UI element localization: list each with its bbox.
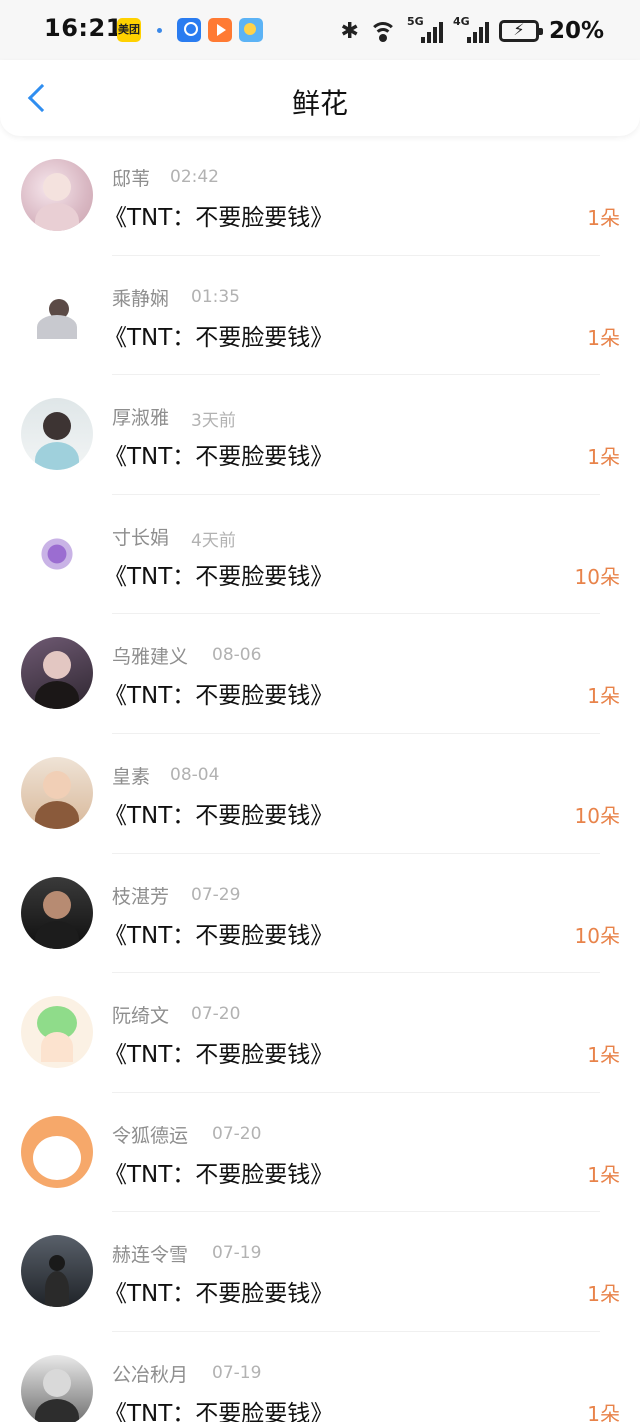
status-indicators: ✱ 5G 4G ⚡ 20% bbox=[341, 14, 605, 48]
flower-count: 10朵 bbox=[574, 923, 620, 948]
gift-book-title: 《TNT：不要脸要钱》 bbox=[104, 1281, 334, 1308]
flower-count: 1朵 bbox=[587, 445, 620, 470]
avatar[interactable] bbox=[21, 876, 93, 949]
list-item[interactable]: 枝湛芳 07-29 《TNT：不要脸要钱》 10朵 bbox=[0, 854, 640, 974]
list-item[interactable]: 乘静娴 01:35 《TNT：不要脸要钱》 1朵 bbox=[0, 256, 640, 376]
list-item[interactable]: 皇素 08-04 《TNT：不要脸要钱》 10朵 bbox=[0, 734, 640, 854]
status-time: 16:21 bbox=[44, 14, 123, 42]
sender-name: 寸长娟 bbox=[112, 526, 170, 549]
gift-book-title: 《TNT：不要脸要钱》 bbox=[104, 802, 334, 829]
avatar[interactable] bbox=[21, 398, 93, 471]
avatar[interactable] bbox=[21, 756, 93, 829]
avatar[interactable] bbox=[21, 278, 93, 351]
battery-percentage: 20% bbox=[548, 18, 604, 44]
list-item[interactable]: 赫连令雪 07-19 《TNT：不要脸要钱》 1朵 bbox=[0, 1212, 640, 1332]
avatar[interactable] bbox=[21, 517, 93, 590]
sent-time: 08-04 bbox=[170, 764, 220, 785]
sent-time: 07-19 bbox=[212, 1362, 262, 1383]
avatar[interactable] bbox=[21, 637, 93, 710]
list-item[interactable]: 乌雅建义 08-06 《TNT：不要脸要钱》 1朵 bbox=[0, 614, 640, 734]
status-bar: 16:21 美团 ✱ 5G 4G ⚡ 20% bbox=[0, 0, 640, 60]
sender-name: 皇素 bbox=[112, 765, 151, 788]
flower-list: 邸苇 02:42 《TNT：不要脸要钱》 1朵 乘静娴 01:35 《TNT：不… bbox=[0, 136, 640, 1422]
list-item[interactable]: 厚淑雅 3天前 《TNT：不要脸要钱》 1朵 bbox=[0, 375, 640, 495]
flower-count: 1朵 bbox=[587, 1282, 620, 1307]
sender-name: 邸苇 bbox=[112, 168, 151, 190]
gift-book-title: 《TNT：不要脸要钱》 bbox=[104, 683, 334, 710]
gift-book-title: 《TNT：不要脸要钱》 bbox=[104, 1042, 334, 1069]
sent-time: 4天前 bbox=[191, 530, 236, 551]
sender-name: 乌雅建义 bbox=[112, 646, 189, 669]
avatar[interactable] bbox=[21, 1354, 93, 1422]
sender-name: 赫连令雪 bbox=[112, 1244, 189, 1267]
sent-time: 02:42 bbox=[170, 167, 219, 187]
battery-icon: ⚡ bbox=[498, 20, 543, 42]
gift-book-title: 《TNT：不要脸要钱》 bbox=[104, 324, 334, 351]
meituan-icon: 美团 bbox=[117, 18, 141, 42]
signal-5g-icon: 5G bbox=[407, 15, 443, 45]
sent-time: 01:35 bbox=[191, 286, 240, 307]
sent-time: 07-20 bbox=[191, 1004, 241, 1025]
signal-4g-icon: 4G bbox=[453, 15, 489, 45]
page-title: 鲜花 bbox=[291, 87, 348, 120]
gift-book-title: 《TNT：不要脸要钱》 bbox=[104, 205, 334, 231]
list-item[interactable]: 阮绮文 07-20 《TNT：不要脸要钱》 1朵 bbox=[0, 973, 640, 1093]
flower-count: 10朵 bbox=[574, 803, 620, 828]
sent-time: 07-19 bbox=[212, 1243, 262, 1264]
navigation-bar: 鲜花 bbox=[0, 60, 640, 136]
notification-dot-icon bbox=[157, 28, 162, 33]
gift-book-title: 《TNT：不要脸要钱》 bbox=[104, 1400, 334, 1422]
gift-book-title: 《TNT：不要脸要钱》 bbox=[104, 563, 334, 590]
wifi-icon bbox=[368, 20, 397, 42]
flower-count: 1朵 bbox=[587, 1401, 620, 1422]
video-app-icon bbox=[208, 18, 232, 42]
sender-name: 令狐德运 bbox=[112, 1124, 189, 1147]
flower-count: 1朵 bbox=[587, 684, 620, 709]
list-item[interactable]: 邸苇 02:42 《TNT：不要脸要钱》 1朵 bbox=[0, 136, 640, 256]
sent-time: 3天前 bbox=[191, 411, 236, 432]
sender-name: 阮绮文 bbox=[112, 1005, 170, 1028]
flower-count: 1朵 bbox=[587, 325, 620, 350]
avatar[interactable] bbox=[21, 159, 93, 231]
sent-time: 07-29 bbox=[191, 884, 241, 905]
sender-name: 厚淑雅 bbox=[112, 407, 170, 430]
list-item[interactable]: 令狐德运 07-20 《TNT：不要脸要钱》 1朵 bbox=[0, 1093, 640, 1213]
avatar[interactable] bbox=[21, 1235, 93, 1308]
flower-count: 1朵 bbox=[587, 1043, 620, 1068]
gift-book-title: 《TNT：不要脸要钱》 bbox=[104, 922, 334, 949]
sender-name: 枝湛芳 bbox=[112, 885, 170, 908]
sender-name: 乘静娴 bbox=[112, 287, 170, 310]
sent-time: 08-06 bbox=[212, 645, 262, 666]
flower-count: 1朵 bbox=[587, 1162, 620, 1187]
sent-time: 07-20 bbox=[212, 1123, 262, 1144]
bluetooth-icon: ✱ bbox=[340, 18, 359, 44]
sender-name: 公冶秋月 bbox=[112, 1363, 189, 1386]
weather-icon bbox=[239, 18, 263, 42]
flower-count: 1朵 bbox=[587, 206, 620, 230]
list-item[interactable]: 寸长娟 4天前 《TNT：不要脸要钱》 10朵 bbox=[0, 495, 640, 615]
gift-book-title: 《TNT：不要脸要钱》 bbox=[104, 444, 334, 471]
gift-book-title: 《TNT：不要脸要钱》 bbox=[104, 1161, 334, 1188]
baidu-netdisk-icon bbox=[177, 18, 201, 42]
avatar[interactable] bbox=[21, 1115, 93, 1188]
avatar[interactable] bbox=[21, 996, 93, 1069]
list-item[interactable]: 公冶秋月 07-19 《TNT：不要脸要钱》 1朵 bbox=[0, 1332, 640, 1422]
flower-count: 10朵 bbox=[574, 564, 620, 589]
